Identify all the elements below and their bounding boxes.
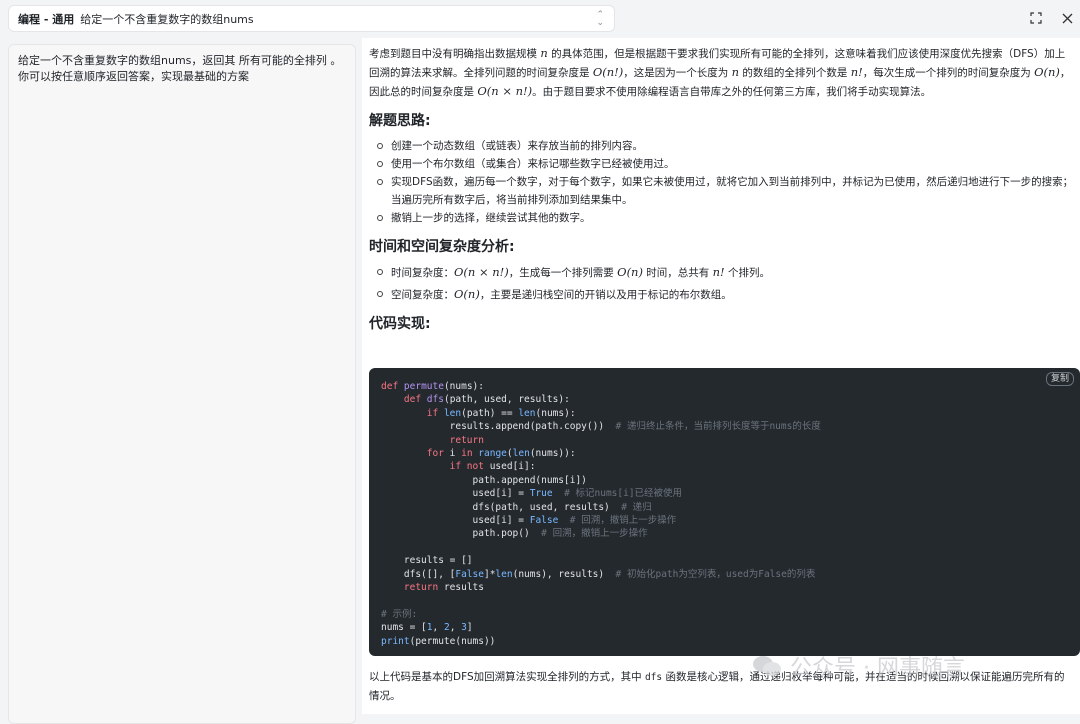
fullscreen-icon[interactable] [1026, 8, 1046, 28]
conversation-selector[interactable]: 编程 - 通用 给定一个不含重复数字的数组nums ⌃ ⌄ [8, 5, 615, 32]
code-text: def permute(nums): def dfs(path, used, r… [381, 381, 821, 647]
updown-chevron-icon: ⌃ ⌄ [596, 10, 604, 28]
list-item: 实现DFS函数，遍历每一个数字，对于每个数字，如果它未被使用过，就将它加入到当前… [369, 173, 1074, 209]
conversation-title: 给定一个不含重复数字的数组nums [80, 12, 254, 26]
copy-button[interactable]: 复制 [1045, 372, 1074, 386]
complexity-list: 时间复杂度：O(n × n!)，生成每一个排列需要 O(n) 时间，总共有 n!… [369, 263, 1074, 304]
section-heading-complexity: 时间和空间复杂度分析: [369, 239, 515, 255]
section-heading-code: 代码实现: [369, 316, 431, 332]
section-heading-approach: 解题思路: [369, 113, 431, 129]
category-label: 编程 - 通用 [18, 12, 75, 26]
list-item: 使用一个布尔数组（或集合）来标记哪些数字已经被使用过。 [369, 155, 1074, 173]
top-bar: 编程 - 通用 给定一个不含重复数字的数组nums ⌃ ⌄ [0, 0, 1080, 38]
answer-content: 考虑到题目中没有明确指出数据规模 n 的具体范围，但是根据题干要求我们实现所有可… [369, 44, 1074, 334]
close-icon[interactable] [1057, 8, 1077, 28]
approach-list: 创建一个动态数组（或链表）来存放当前的排列内容。 使用一个布尔数组（或集合）来标… [369, 137, 1074, 227]
question-text: 给定一个不含重复数字的数组nums，返回其 所有可能的全排列 。你可以按任意顺序… [18, 54, 342, 83]
list-item: 创建一个动态数组（或链表）来存放当前的排列内容。 [369, 137, 1074, 155]
list-item: 撤销上一步的选择，继续尝试其他的数字。 [369, 209, 1074, 227]
summary-paragraph: 以上代码是基本的DFS加回溯算法实现全排列的方式，其中 dfs 函数是核心逻辑，… [369, 671, 1065, 702]
code-block: 复制 def permute(nums): def dfs(path, used… [369, 368, 1080, 656]
intro-paragraph: 考虑到题目中没有明确指出数据规模 n 的具体范围，但是根据题干要求我们实现所有可… [369, 46, 1071, 98]
question-panel: 给定一个不含重复数字的数组nums，返回其 所有可能的全排列 。你可以按任意顺序… [8, 44, 356, 724]
answer-panel: 考虑到题目中没有明确指出数据规模 n 的具体范围，但是根据题干要求我们实现所有可… [362, 38, 1080, 714]
list-item: 空间复杂度：O(n)，主要是递归栈空间的开销以及用于标记的布尔数组。 [369, 285, 1074, 304]
list-item: 时间复杂度：O(n × n!)，生成每一个排列需要 O(n) 时间，总共有 n!… [369, 263, 1074, 282]
